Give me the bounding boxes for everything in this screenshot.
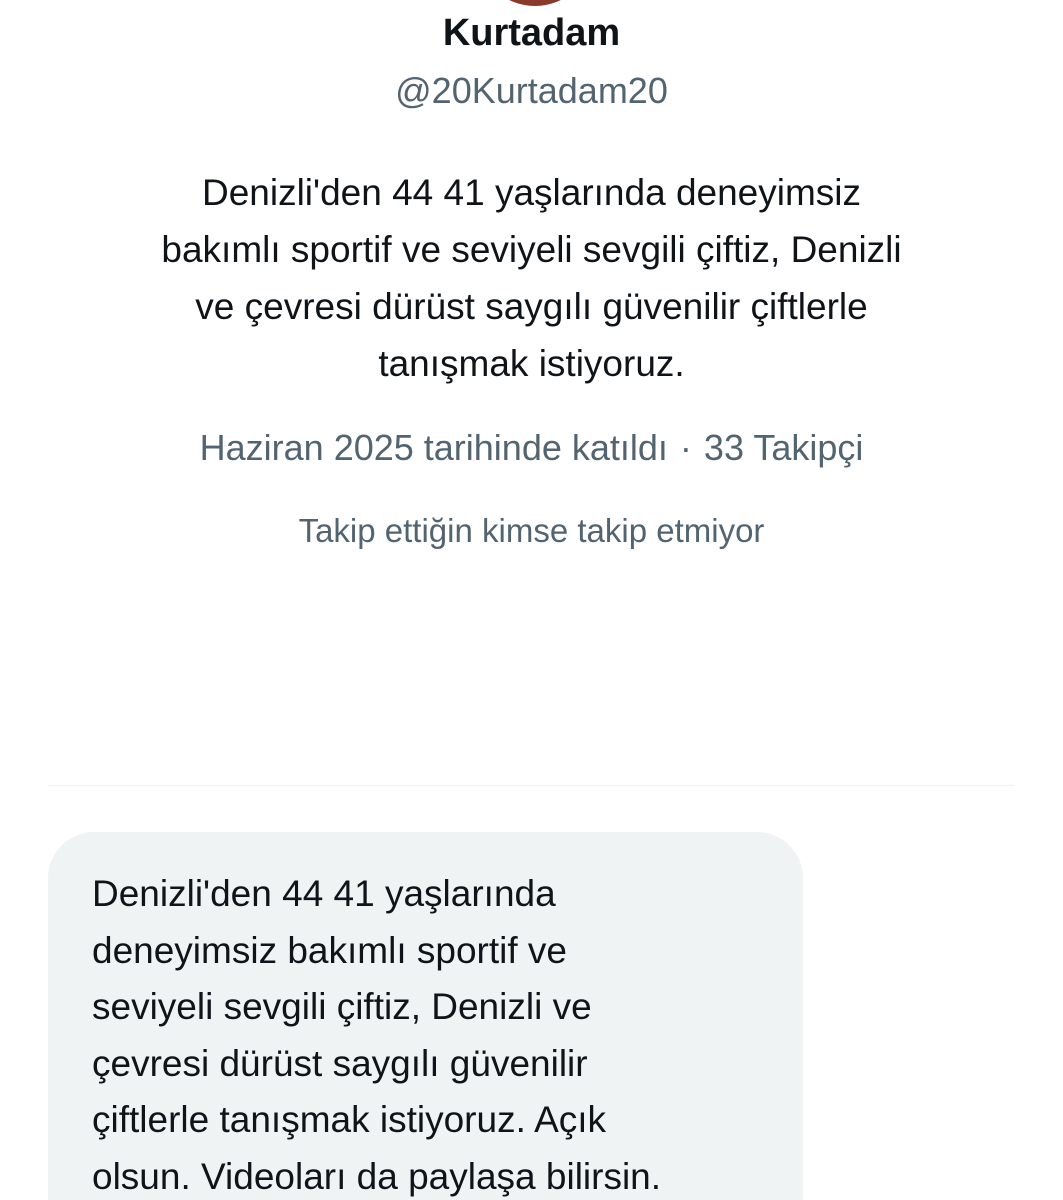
profile-bio: Denizli'den 44 41 yaşlarında deneyimsiz …: [90, 164, 973, 392]
joined-date: Haziran 2025 tarihinde katıldı: [199, 427, 668, 468]
profile-bio-text: Denizli'den 44 41 yaşlarında deneyimsiz …: [161, 172, 902, 384]
user-handle[interactable]: @20Kurtadam20: [0, 68, 1063, 114]
message-bubble[interactable]: Denizli'den 44 41 yaşlarında deneyimsiz …: [48, 832, 803, 1200]
meta-separator: ·: [679, 427, 692, 468]
avatar[interactable]: [477, 0, 593, 6]
divider: [48, 785, 1015, 786]
dm-conversation-view: Kurtadam @20Kurtadam20 Denizli'den 44 41…: [0, 0, 1063, 1200]
followers-count-link[interactable]: 33 Takipçi: [704, 427, 863, 468]
mutual-followers-info[interactable]: Takip ettiğin kimse takip etmiyor: [0, 508, 1063, 554]
profile-meta: Haziran 2025 tarihinde katıldı · 33 Takipç…: [0, 424, 1063, 472]
display-name[interactable]: Kurtadam: [0, 10, 1063, 56]
message-text: Denizli'den 44 41 yaşlarında deneyimsiz …: [92, 873, 662, 1197]
